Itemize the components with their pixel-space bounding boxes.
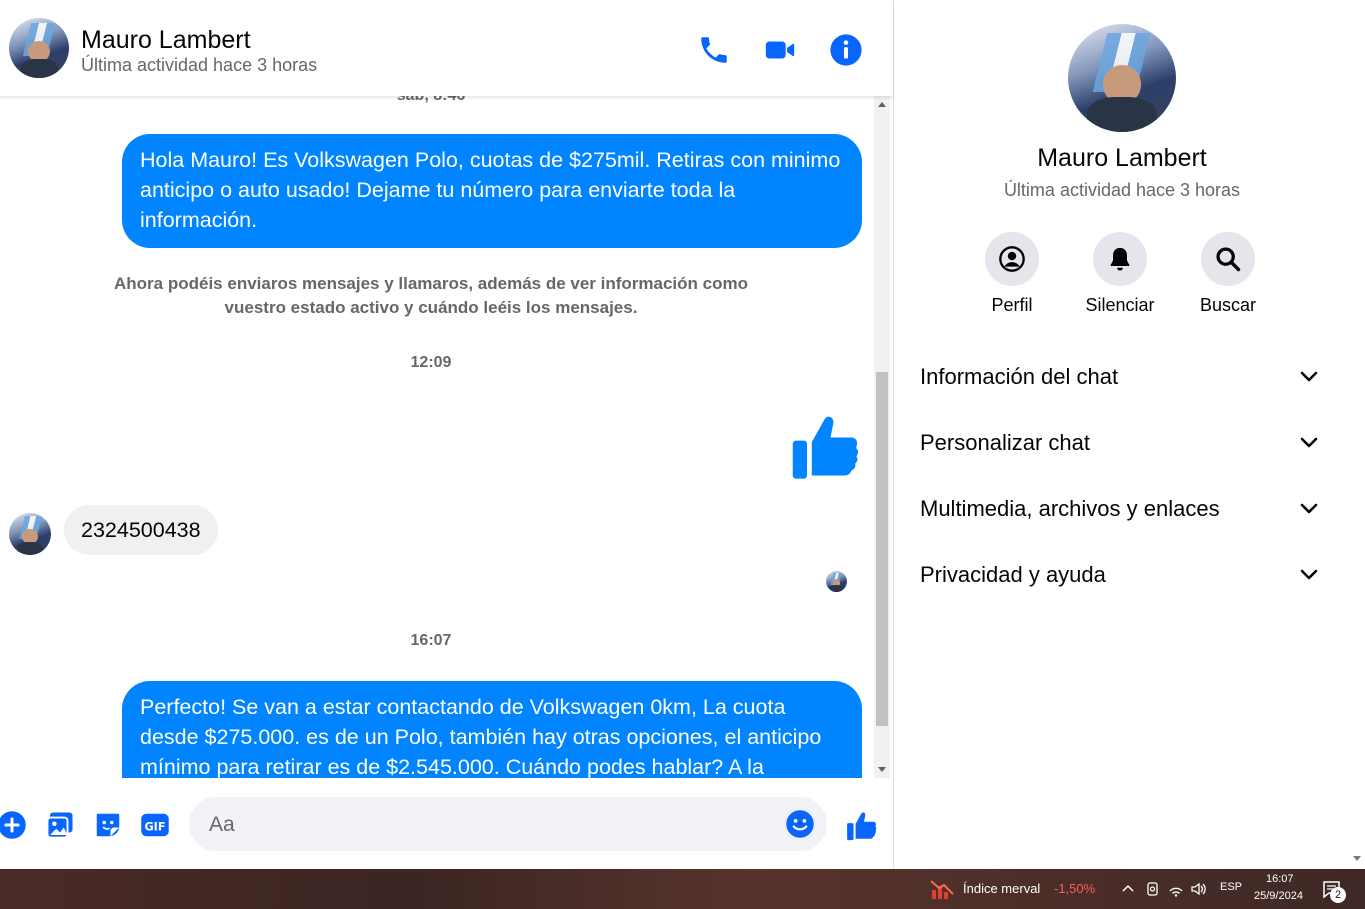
chat-column: Mauro Lambert Última actividad hace 3 ho… xyxy=(0,0,893,869)
meet-now-icon[interactable] xyxy=(1145,881,1161,897)
timestamp: 16:07 xyxy=(410,632,452,649)
page-scroll-edge xyxy=(1349,0,1365,869)
gallery-icon[interactable] xyxy=(45,810,75,840)
notification-badge: 2 xyxy=(1330,887,1346,903)
sticker-icon[interactable] xyxy=(93,810,123,840)
emoji-icon[interactable] xyxy=(785,809,815,839)
svg-text:GIF: GIF xyxy=(144,821,165,834)
windows-taskbar: Índice merval -1,50% ESP 16:07 25/9/2024… xyxy=(0,869,1365,909)
contact-name[interactable]: Mauro Lambert xyxy=(81,26,251,55)
scrollbar-thumb[interactable] xyxy=(876,372,888,726)
wifi-icon[interactable] xyxy=(1168,881,1184,897)
contact-avatar[interactable] xyxy=(9,18,69,78)
message-input-container[interactable] xyxy=(189,797,827,853)
bell-icon xyxy=(1110,247,1130,271)
section-label: Privacidad y ayuda xyxy=(920,562,1106,587)
contact-status: Última actividad hace 3 horas xyxy=(81,55,318,75)
timestamp: sáb, 8:46 xyxy=(0,96,862,105)
chevron-up-icon[interactable] xyxy=(1121,883,1135,893)
message-list[interactable]: sáb, 8:46 Hola Mauro! Es Volkswagen Polo… xyxy=(0,96,874,778)
panel-contact-status: Última actividad hace 3 horas xyxy=(1003,180,1241,200)
thumbs-up-icon[interactable] xyxy=(788,409,864,485)
search-button[interactable]: Buscar xyxy=(1173,232,1283,316)
scroll-up-arrow[interactable] xyxy=(878,102,886,107)
outgoing-message[interactable]: Perfecto! Se van a estar contactando de … xyxy=(122,681,862,778)
section-label: Personalizar chat xyxy=(920,430,1090,455)
panel-contact-name: Mauro Lambert xyxy=(1037,144,1207,172)
panel-avatar[interactable] xyxy=(1068,24,1176,132)
info-icon[interactable] xyxy=(829,33,863,67)
search-icon xyxy=(1216,247,1241,272)
like-button-icon[interactable] xyxy=(845,809,879,843)
plus-icon[interactable] xyxy=(0,810,27,840)
scroll-down-arrow[interactable] xyxy=(878,767,886,772)
chat-details-panel: Mauro Lambert Última actividad hace 3 ho… xyxy=(893,0,1350,869)
page-scroll-down-arrow[interactable] xyxy=(1353,856,1361,861)
system-notice: Ahora podéis enviaros mensajes y llamaro… xyxy=(114,274,748,317)
section-media-files-links[interactable]: Multimedia, archivos y enlaces xyxy=(920,482,1324,538)
timestamp: 12:09 xyxy=(410,354,452,371)
section-privacy-help[interactable]: Privacidad y ayuda xyxy=(920,548,1324,604)
read-receipt-avatar xyxy=(826,571,847,592)
sender-avatar[interactable] xyxy=(9,513,51,555)
chat-header: Mauro Lambert Última actividad hace 3 ho… xyxy=(0,3,893,96)
input-language[interactable]: ESP xyxy=(1220,881,1242,893)
profile-button-label: Perfil xyxy=(991,295,1033,315)
volume-icon[interactable] xyxy=(1190,881,1208,897)
market-widget-label[interactable]: Índice merval xyxy=(963,881,1040,896)
section-chat-info[interactable]: Información del chat xyxy=(920,350,1324,406)
search-button-label: Buscar xyxy=(1199,295,1257,315)
section-label: Información del chat xyxy=(920,364,1119,389)
message-input[interactable] xyxy=(207,797,781,853)
stock-chart-icon[interactable] xyxy=(930,878,954,900)
clock-date[interactable]: 25/9/2024 xyxy=(1254,890,1303,902)
phone-call-icon[interactable] xyxy=(697,33,731,67)
mute-button[interactable]: Silenciar xyxy=(1065,232,1175,316)
section-label: Multimedia, archivos y enlaces xyxy=(920,496,1220,521)
outgoing-message[interactable]: Hola Mauro! Es Volkswagen Polo, cuotas d… xyxy=(122,134,862,248)
section-customize-chat[interactable]: Personalizar chat xyxy=(920,416,1324,472)
mute-button-label: Silenciar xyxy=(1085,295,1155,315)
clock-time[interactable]: 16:07 xyxy=(1266,873,1294,885)
profile-icon xyxy=(999,246,1025,272)
chevron-down-icon xyxy=(1300,371,1318,382)
chevron-down-icon xyxy=(1300,437,1318,448)
incoming-message[interactable]: 2324500438 xyxy=(64,505,218,555)
chevron-down-icon xyxy=(1300,569,1318,580)
message-scrollbar[interactable] xyxy=(874,96,890,778)
gif-icon[interactable]: GIF xyxy=(140,810,170,840)
profile-button[interactable]: Perfil xyxy=(957,232,1067,316)
chevron-down-icon xyxy=(1300,503,1318,514)
market-widget-value[interactable]: -1,50% xyxy=(1054,881,1095,896)
message-composer: GIF xyxy=(0,778,893,869)
video-call-icon[interactable] xyxy=(763,33,797,67)
